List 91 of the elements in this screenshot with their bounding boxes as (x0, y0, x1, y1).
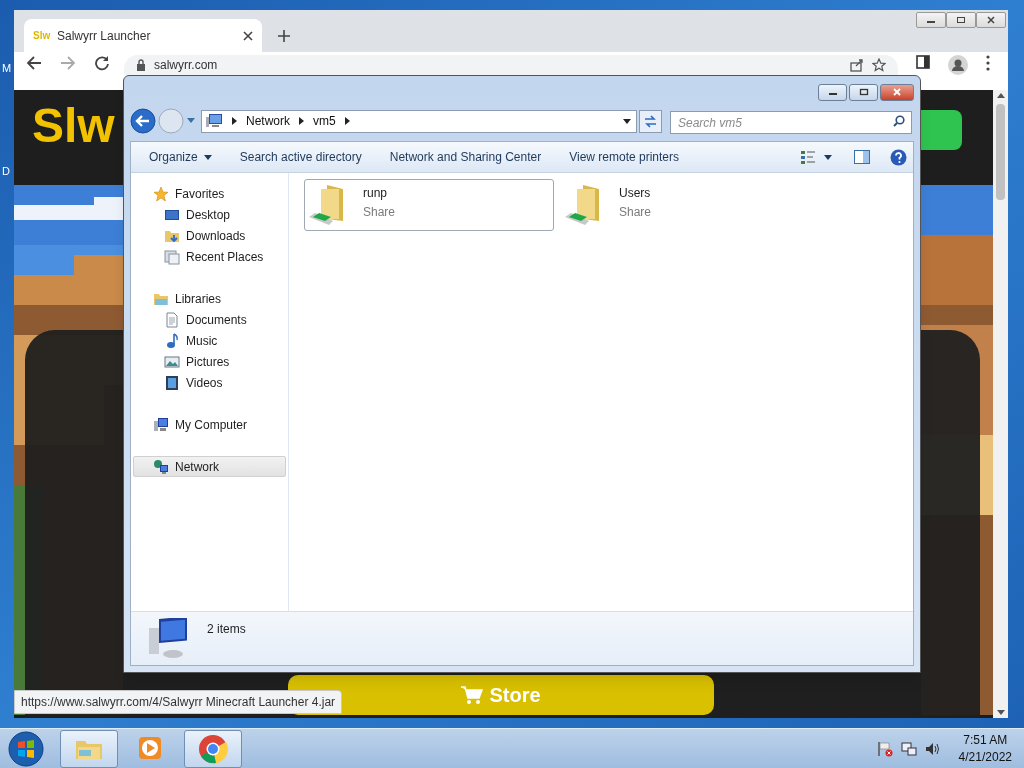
command-button[interactable]: View remote printers (561, 145, 687, 169)
back-icon[interactable] (26, 55, 42, 71)
chevron-icon (299, 117, 304, 125)
command-button[interactable]: Search active directory (231, 145, 370, 169)
breadcrumb[interactable]: Network (246, 112, 290, 130)
nav-item[interactable]: Music (133, 330, 286, 351)
back-button[interactable] (130, 108, 156, 134)
documents-icon (164, 311, 180, 328)
scroll-up-icon (996, 93, 1005, 98)
preview-pane-icon[interactable] (854, 149, 870, 165)
flag-icon[interactable] (876, 740, 893, 757)
nav-item[interactable]: Videos (133, 372, 286, 393)
help-icon[interactable] (890, 148, 907, 166)
item-type: Share (363, 203, 396, 221)
command-button[interactable]: Network and Sharing Center (381, 145, 550, 169)
taskbar-app[interactable] (60, 729, 118, 768)
chrome-icon (197, 732, 229, 765)
new-tab-icon[interactable] (278, 30, 290, 42)
close-icon (892, 88, 902, 96)
profile-icon[interactable] (948, 55, 968, 75)
computer-icon (153, 416, 169, 433)
music-icon (164, 332, 180, 349)
caret-icon[interactable] (824, 154, 832, 160)
address-field[interactable]: Network vm5 (201, 109, 637, 133)
close-button[interactable] (976, 12, 1006, 28)
history-dropdown-icon[interactable] (187, 118, 195, 124)
nav-item[interactable]: Network (133, 456, 286, 477)
nav-item[interactable]: Documents (133, 309, 286, 330)
share-item[interactable]: runp Share (304, 179, 554, 231)
menu-icon[interactable] (986, 55, 990, 71)
nav-item[interactable]: Desktop (133, 204, 286, 225)
breadcrumb[interactable]: vm5 (313, 112, 336, 130)
address-bar[interactable]: salwyrr.com (124, 55, 898, 75)
tab-title: Salwyrr Launcher (57, 27, 152, 45)
clock[interactable]: 7:51 AM 4/21/2022 (958, 731, 1012, 766)
nav-item[interactable]: Recent Places (133, 246, 286, 267)
status-url: https://www.salwyrr.com/4/Salwyrr Minecraft Launcher 4.jar (14, 690, 343, 714)
reload-icon[interactable] (94, 55, 110, 71)
minimize-button[interactable] (916, 12, 946, 28)
share-icon[interactable] (850, 58, 864, 72)
star-icon (153, 185, 169, 202)
item-type: Share (619, 203, 652, 221)
taskbar-app[interactable] (184, 729, 242, 768)
scrollbar[interactable] (993, 90, 1008, 718)
nav-item[interactable]: Favorites (133, 183, 286, 204)
desktop-icon-label[interactable]: M (2, 60, 12, 77)
maximize-icon (858, 88, 869, 96)
item-name: Users (619, 184, 652, 202)
view-options-icon[interactable] (800, 149, 816, 165)
search-icon (893, 114, 905, 127)
cart-icon (461, 685, 484, 705)
side-panel-icon[interactable] (916, 55, 930, 69)
scroll-down-icon (996, 710, 1005, 715)
recent-icon (164, 248, 180, 265)
item-count: 2 items (207, 621, 246, 638)
url-text: salwyrr.com (154, 58, 219, 72)
star-icon[interactable] (872, 58, 886, 72)
command-button[interactable]: Organize (141, 145, 220, 169)
browser-tab[interactable]: Slw Salwyrr Launcher (24, 19, 262, 52)
refresh-button[interactable] (639, 109, 662, 133)
maximize-icon (956, 16, 966, 24)
network-icon[interactable] (900, 740, 917, 757)
videos-icon (164, 374, 180, 391)
minimize-button[interactable] (818, 83, 847, 101)
nav-item[interactable]: Pictures (133, 351, 286, 372)
computer-icon (205, 113, 223, 129)
close-icon[interactable] (243, 30, 253, 41)
clock-date: 4/21/2022 (958, 748, 1012, 766)
pictures-icon (164, 353, 180, 370)
network-icon (153, 458, 169, 475)
scrollbar-thumb[interactable] (996, 104, 1005, 200)
tab-favicon: Slw (33, 29, 50, 43)
chevron-icon (344, 117, 350, 125)
lock-icon (136, 59, 146, 71)
share-item[interactable]: Users Share (560, 179, 810, 231)
dropdown-icon[interactable] (623, 118, 631, 124)
nav-item[interactable]: Downloads (133, 225, 286, 246)
caret-icon (203, 154, 212, 160)
nav-item[interactable]: My Computer (133, 414, 286, 435)
chevron-icon (232, 117, 237, 125)
item-name: runp (363, 184, 389, 202)
start-button[interactable] (6, 728, 46, 768)
close-icon (986, 16, 996, 24)
desktop-icon-label[interactable]: D (2, 163, 10, 180)
close-button[interactable] (880, 83, 914, 101)
clock-time: 7:51 AM (963, 731, 1008, 749)
search-field[interactable]: Search vm5 (670, 111, 912, 134)
maximize-button[interactable] (849, 83, 878, 101)
nav-item[interactable]: Libraries (133, 288, 286, 309)
site-logo[interactable]: Slw (32, 102, 115, 150)
maximize-button[interactable] (946, 12, 976, 28)
